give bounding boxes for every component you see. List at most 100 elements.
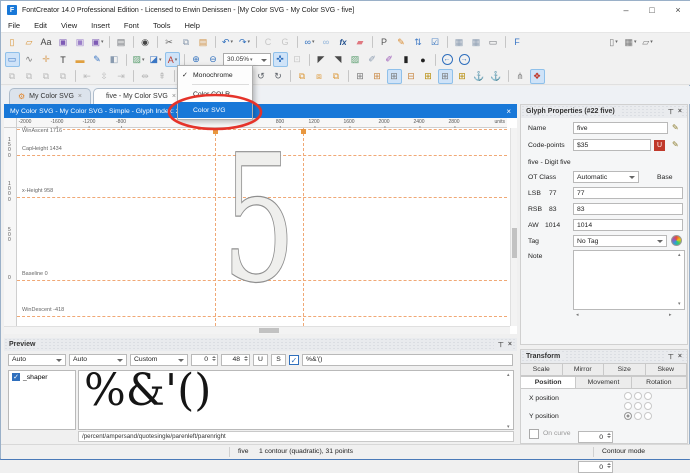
tab-my-color-svg[interactable]: ⚙ My Color SVG × [9,88,91,104]
underline-button[interactable]: U [253,353,268,366]
copy-to-c-button[interactable]: C [261,35,276,50]
tab-rotation[interactable]: Rotation [631,376,687,389]
maximize-button[interactable]: □ [639,1,665,19]
lock-grid-button[interactable]: ⊞ [455,69,470,84]
anchor-radio[interactable] [624,402,632,410]
close-panel-icon[interactable]: × [508,341,512,349]
new-font-button[interactable]: ▯ [5,35,20,50]
undo-button[interactable]: ↶ ▾ [220,35,235,50]
bring-forward-button[interactable]: ⧉ [39,69,54,84]
zoom-selection-button[interactable]: ⊡ [290,52,305,67]
anchor-button[interactable]: ⚓ [472,69,487,84]
print-button[interactable]: ▤ [114,35,129,50]
save-as-button[interactable]: ▣ ▾ [90,35,105,50]
redo-button[interactable]: ↷ ▾ [237,35,252,50]
pin-icon[interactable]: ⊤ [668,353,674,361]
pen-gray-button[interactable]: ✐ [365,52,380,67]
test-font-button[interactable]: ▦ [452,35,467,50]
note-scroll-up-icon[interactable]: ▴ [678,252,681,258]
next-glyph-button[interactable]: → [457,52,472,67]
copy-to-g-button[interactable]: G [278,35,293,50]
anchor-radio[interactable] [644,402,652,410]
paste-button[interactable]: ▤ [196,35,211,50]
insert-image-button[interactable]: ▨ ▾ [131,52,146,67]
lasso-tool[interactable]: ∿ [22,52,37,67]
menu-help[interactable]: Help [177,21,206,30]
tab-mirror[interactable]: Mirror [562,363,604,376]
measure-tool[interactable]: ▬ [73,52,88,67]
guidelines-button[interactable]: ⊞ [370,69,385,84]
preview-canvas[interactable]: %&'() [78,370,514,430]
pan-tool[interactable]: ✛ [39,52,54,67]
sample-image-button[interactable]: ▨ [348,52,363,67]
preview-checkbox[interactable] [289,354,299,365]
rotate-ccw-button[interactable]: ↺ [254,69,269,84]
tab-scale[interactable]: Scale [521,363,563,376]
intersect-contours-button[interactable]: ⧈ [312,69,327,84]
scrollbar-thumb[interactable] [512,228,517,258]
align-center-button[interactable]: ⇳ [97,69,112,84]
send-to-back-button[interactable]: ⧉ [22,69,37,84]
scrollbar-thumb[interactable] [259,328,279,333]
snap-to-guidelines-button[interactable]: ⊟ [404,69,419,84]
formula-button[interactable]: fx [336,35,351,50]
copy-button[interactable]: ⧉ [179,35,194,50]
edit-glyph-button[interactable]: ✎ [394,35,409,50]
tag-select[interactable]: No Tag [573,235,667,247]
open-font-button[interactable]: ▱ [22,35,37,50]
editor-horizontal-scrollbar[interactable] [4,326,510,334]
y-position-spinner[interactable]: 0 [578,461,613,473]
on-curve-checkbox[interactable] [529,429,539,439]
font-overview-button[interactable]: Aa [39,35,54,50]
find-button[interactable]: ◉ [138,35,153,50]
name-wizard-icon[interactable]: ✎ [672,123,679,132]
pen-color-button[interactable]: ✐ [382,52,397,67]
link-composite-button[interactable]: ∞ ▾ [302,35,317,50]
select-tool[interactable]: ▭ [5,52,20,67]
strikeout-button[interactable]: S [271,353,286,366]
preview-tracking-spinner[interactable]: 0 [191,353,218,366]
unlink-composite-button[interactable]: ∞ [319,35,334,50]
quick-test-button[interactable]: ▭ [486,35,501,50]
codepoints-field[interactable]: $35 [573,139,651,151]
glyph-properties-button[interactable]: P [377,35,392,50]
exclude-contours-button[interactable]: ⧉ [329,69,344,84]
send-backward-button[interactable]: ⧉ [56,69,71,84]
menu-file[interactable]: File [1,21,27,30]
codepoints-wizard-icon[interactable]: ✎ [672,140,679,149]
menu-item-color-svg[interactable]: Color SVG [178,102,252,118]
transform-wizard-button[interactable]: ⇅ [411,35,426,50]
tab-size[interactable]: Size [604,363,646,376]
x-position-spinner[interactable]: 0 [578,431,613,443]
preview-text-input[interactable]: %&'() [302,353,513,366]
menu-font[interactable]: Font [117,21,146,30]
union-contours-button[interactable]: ⧉ [295,69,310,84]
preview-scroll-up-icon[interactable]: ▴ [507,372,510,378]
knife-mode-button[interactable]: ◥ [331,52,346,67]
insert-ellipse-button[interactable]: ● [416,52,431,67]
compare-fonts-button[interactable]: F [510,35,525,50]
page-options-button[interactable]: ▱ ▾ [640,35,655,50]
zoom-fit-button[interactable]: ✜ [273,52,288,67]
previous-glyph-button[interactable]: ← [440,52,455,67]
lock-guidelines-button[interactable]: ⊞ [421,69,436,84]
tab-close-icon[interactable]: × [78,93,82,100]
align-left-button[interactable]: ⇤ [80,69,95,84]
pin-icon[interactable]: ⊤ [668,108,674,116]
menu-edit[interactable]: Edit [27,21,54,30]
overview-layout-button[interactable]: ▦ ▾ [623,35,638,50]
preview-font-item[interactable]: _shaper [9,371,75,383]
cut-button[interactable]: ✂ [162,35,177,50]
color-wheel-icon[interactable] [671,235,682,246]
palette-button[interactable]: ❖ [530,68,545,84]
fill-tool[interactable]: ◧ [107,52,122,67]
tab-movement[interactable]: Movement [576,376,632,389]
glyph-outline[interactable]: 5 [221,128,296,323]
pin-icon[interactable]: ⊤ [498,341,504,349]
tab-five-my-color-svg[interactable]: five - My Color SVG × [93,88,185,104]
snap-to-metrics-button[interactable]: ⊞ [438,68,453,84]
minimize-button[interactable]: – [613,1,639,19]
ot-class-select[interactable]: Automatic [573,171,639,183]
anchor-radio[interactable] [644,412,652,420]
unicode-icon[interactable]: U [654,140,665,151]
